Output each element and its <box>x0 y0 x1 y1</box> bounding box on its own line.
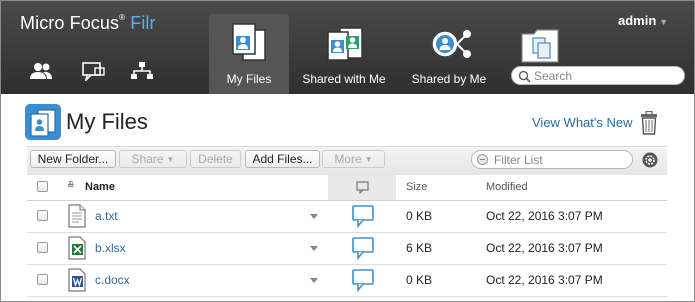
file-size: 0 KB <box>406 209 433 223</box>
file-modified: Oct 22, 2016 3:07 PM <box>486 273 603 287</box>
page-title: My Files <box>66 109 148 134</box>
comments-column-header[interactable] <box>328 175 396 200</box>
comment-icon[interactable] <box>351 204 375 228</box>
my-files-icon <box>232 23 266 61</box>
top-header: Micro Focus® Filr My Files Shared with M… <box>1 1 694 94</box>
text-file-icon <box>68 204 86 228</box>
app-window: Micro Focus® Filr My Files Shared with M… <box>0 0 695 302</box>
name-column-header[interactable]: Name <box>85 181 115 193</box>
tab-my-files-label: My Files <box>226 72 272 86</box>
file-name-link[interactable]: a.txt <box>95 209 118 223</box>
file-modified: Oct 22, 2016 3:07 PM <box>486 241 603 255</box>
modified-column-header[interactable]: Modified <box>486 181 528 193</box>
filter-box[interactable] <box>471 150 633 169</box>
comment-icon[interactable] <box>351 236 375 260</box>
trash-icon[interactable] <box>639 110 659 140</box>
sort-icon[interactable]: ≞ <box>67 180 75 191</box>
comment-icon[interactable] <box>351 268 375 292</box>
row-checkbox[interactable] <box>37 242 48 253</box>
file-name-link[interactable]: b.xlsx <box>95 241 126 255</box>
file-name-link[interactable]: c.docx <box>95 273 130 287</box>
word-file-icon <box>68 268 86 292</box>
tab-shared-with-me-label: Shared with Me <box>302 72 386 86</box>
tab-shared-with-me[interactable]: Shared with Me <box>302 14 386 94</box>
chat-icon[interactable] <box>80 61 106 83</box>
tab-shared-by-me-label: Shared by Me <box>411 72 487 86</box>
share-button-label: Share <box>131 152 164 166</box>
search-input[interactable] <box>534 68 679 83</box>
comment-icon <box>356 181 369 194</box>
view-whats-new-link[interactable]: View What's New <box>532 115 633 130</box>
file-size: 0 KB <box>406 273 433 287</box>
filter-icon <box>477 154 488 165</box>
table-header: ≞ Name Size Modified <box>27 175 667 201</box>
row-checkbox[interactable] <box>37 210 48 221</box>
new-folder-button[interactable]: New Folder... <box>30 150 116 168</box>
file-modified: Oct 22, 2016 3:07 PM <box>486 209 603 223</box>
row-menu-caret-icon[interactable] <box>310 278 318 283</box>
tab-my-files[interactable]: My Files <box>209 14 289 94</box>
chevron-down-icon: ▼ <box>166 155 175 164</box>
more-button[interactable]: More ▼ <box>322 150 385 168</box>
gear-icon[interactable] <box>642 152 658 173</box>
chevron-down-icon: ▼ <box>659 17 669 27</box>
select-all-checkbox[interactable] <box>37 181 48 192</box>
size-column-header[interactable]: Size <box>406 181 427 193</box>
file-size: 6 KB <box>406 241 433 255</box>
table-row[interactable]: a.txt 0 KB Oct 22, 2016 3:07 PM <box>27 201 667 233</box>
filter-input[interactable] <box>494 152 624 167</box>
user-name: admin <box>618 13 657 28</box>
search-box[interactable] <box>511 66 685 85</box>
more-button-label: More <box>334 152 362 166</box>
shared-with-me-icon <box>327 27 363 61</box>
page-title-icon <box>25 104 61 145</box>
net-folders-icon <box>521 29 559 63</box>
users-icon[interactable] <box>29 61 55 81</box>
delete-button[interactable]: Delete <box>190 150 241 168</box>
share-button[interactable]: Share ▼ <box>119 150 187 168</box>
user-menu[interactable]: admin ▼ <box>618 13 668 28</box>
search-icon <box>518 70 531 83</box>
brand-logo: Micro Focus® Filr <box>20 13 156 33</box>
row-menu-caret-icon[interactable] <box>310 246 318 251</box>
row-menu-caret-icon[interactable] <box>310 214 318 219</box>
tab-shared-by-me[interactable]: Shared by Me <box>409 14 489 94</box>
toolbar: New Folder... Share ▼ Delete Add Files...… <box>27 146 667 176</box>
table-row[interactable]: b.xlsx 6 KB Oct 22, 2016 3:07 PM <box>27 233 667 265</box>
excel-file-icon <box>68 236 86 260</box>
shared-by-me-icon <box>431 30 471 58</box>
chevron-down-icon: ▼ <box>364 155 373 164</box>
table-row[interactable]: c.docx 0 KB Oct 22, 2016 3:07 PM <box>27 265 667 297</box>
add-files-button[interactable]: Add Files... <box>245 150 320 168</box>
org-chart-icon[interactable] <box>129 61 155 81</box>
row-checkbox[interactable] <box>37 274 48 285</box>
